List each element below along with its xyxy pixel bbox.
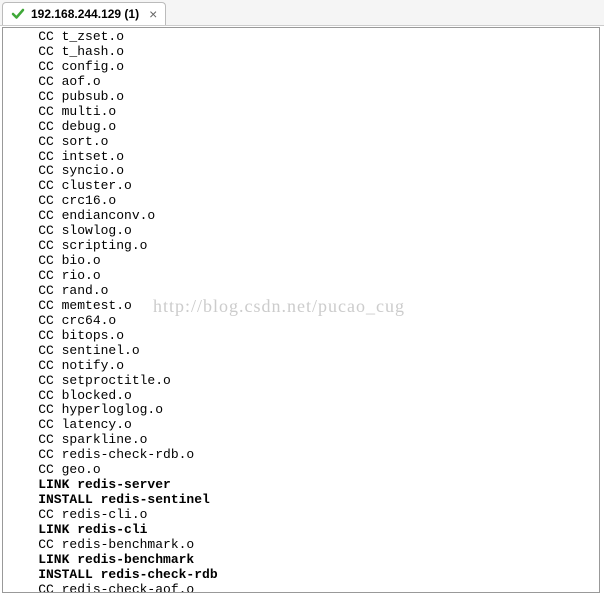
output-line: CC pubsub.o <box>7 90 595 105</box>
output-line: CC crc16.o <box>7 194 595 209</box>
output-line: CC cluster.o <box>7 179 595 194</box>
output-line: CC aof.o <box>7 75 595 90</box>
output-line: CC sort.o <box>7 135 595 150</box>
output-line: LINK redis-cli <box>7 523 595 538</box>
output-line: CC setproctitle.o <box>7 374 595 389</box>
output-line: CC redis-check-aof.o <box>7 583 595 593</box>
output-line: CC blocked.o <box>7 389 595 404</box>
output-line: CC memtest.o <box>7 299 595 314</box>
output-line: CC redis-check-rdb.o <box>7 448 595 463</box>
tab-close-icon[interactable]: × <box>149 7 157 21</box>
output-line: INSTALL redis-sentinel <box>7 493 595 508</box>
output-line: LINK redis-benchmark <box>7 553 595 568</box>
output-line: CC t_hash.o <box>7 45 595 60</box>
output-line: CC scripting.o <box>7 239 595 254</box>
output-line: CC redis-cli.o <box>7 508 595 523</box>
output-line: CC bitops.o <box>7 329 595 344</box>
output-line: CC notify.o <box>7 359 595 374</box>
output-line: CC rio.o <box>7 269 595 284</box>
output-line: CC multi.o <box>7 105 595 120</box>
output-line: CC rand.o <box>7 284 595 299</box>
output-line: CC debug.o <box>7 120 595 135</box>
output-line: LINK redis-server <box>7 478 595 493</box>
output-line: CC endianconv.o <box>7 209 595 224</box>
output-line: CC config.o <box>7 60 595 75</box>
tab-bar: 192.168.244.129 (1) × <box>0 0 604 26</box>
output-line: INSTALL redis-check-rdb <box>7 568 595 583</box>
output-line: CC hyperloglog.o <box>7 403 595 418</box>
checkmark-icon <box>11 7 25 21</box>
output-line: CC sparkline.o <box>7 433 595 448</box>
output-line: CC sentinel.o <box>7 344 595 359</box>
output-line: CC slowlog.o <box>7 224 595 239</box>
terminal-output[interactable]: http://blog.csdn.net/pucao_cug CC t_zset… <box>2 27 600 593</box>
output-line: CC intset.o <box>7 150 595 165</box>
output-line: CC bio.o <box>7 254 595 269</box>
output-line: CC crc64.o <box>7 314 595 329</box>
output-line: CC geo.o <box>7 463 595 478</box>
output-line: CC syncio.o <box>7 164 595 179</box>
output-line: CC t_zset.o <box>7 30 595 45</box>
output-lines: CC t_zset.o CC t_hash.o CC config.o CC a… <box>7 30 595 593</box>
output-line: CC latency.o <box>7 418 595 433</box>
tab-active[interactable]: 192.168.244.129 (1) × <box>2 2 166 25</box>
output-line: CC redis-benchmark.o <box>7 538 595 553</box>
tab-title: 192.168.244.129 (1) <box>31 7 139 21</box>
